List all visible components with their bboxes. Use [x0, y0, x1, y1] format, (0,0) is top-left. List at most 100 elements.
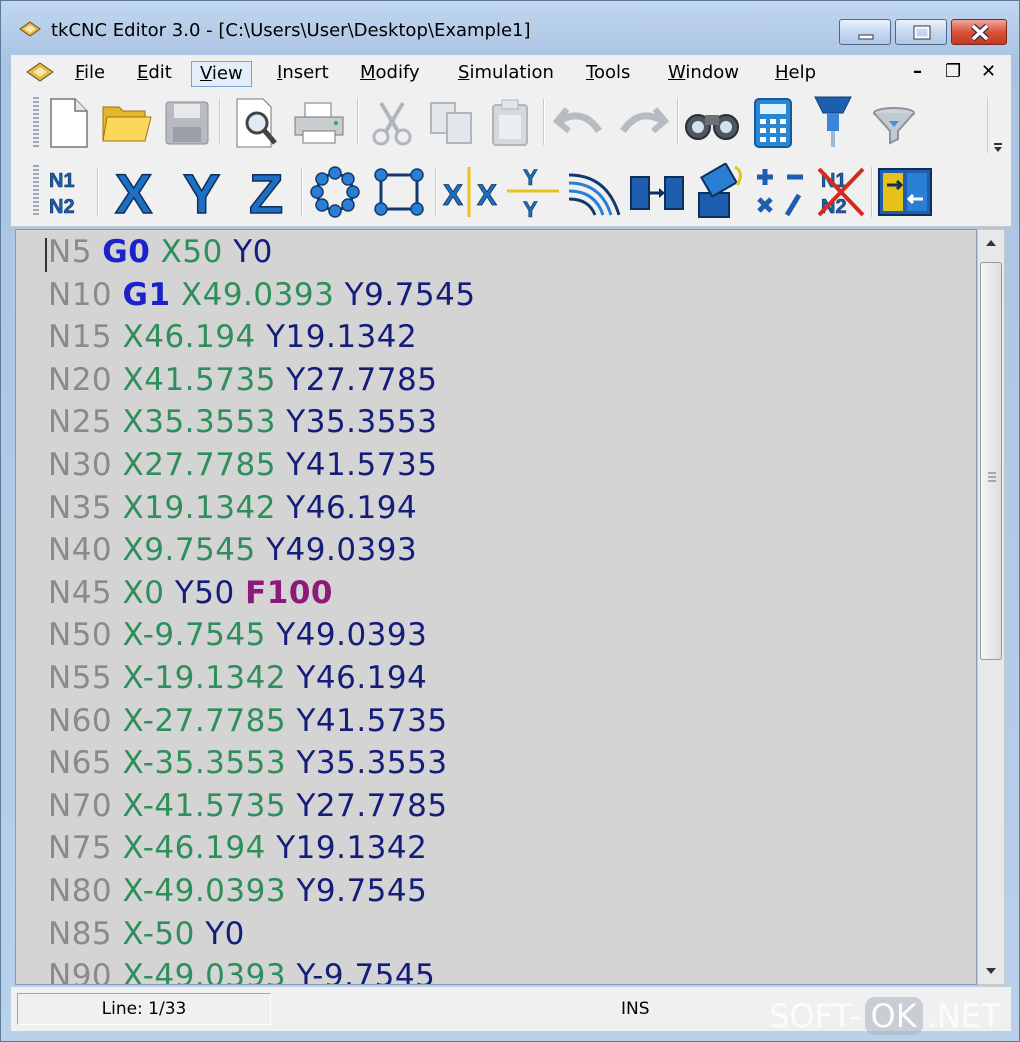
- calculator-icon[interactable]: [751, 97, 795, 149]
- menu-help[interactable]: Help: [767, 61, 824, 87]
- code-line[interactable]: N40 X9.7545 Y49.0393: [48, 532, 417, 574]
- copy-icon[interactable]: [427, 99, 477, 147]
- code-line[interactable]: N20 X41.5735 Y27.7785: [48, 362, 437, 404]
- menu-edit[interactable]: Edit: [129, 61, 180, 87]
- rotate-icon[interactable]: [695, 163, 751, 221]
- toolbar-grip[interactable]: [33, 165, 39, 217]
- code-token-n: N50: [48, 617, 113, 654]
- code-token-x: X-19.1342: [122, 660, 287, 696]
- code-line[interactable]: N65 X-35.3553 Y35.3553: [48, 745, 448, 787]
- tool-icon[interactable]: [811, 95, 855, 151]
- code-token-n: N65: [48, 745, 113, 782]
- svg-text:Y: Y: [523, 197, 538, 219]
- vertical-scrollbar[interactable]: [977, 229, 1005, 985]
- code-line[interactable]: N50 X-9.7545 Y49.0393: [48, 617, 427, 659]
- renumber-icon[interactable]: N1 N2: [45, 165, 89, 219]
- code-token-y: Y9.7545: [296, 873, 428, 909]
- code-line[interactable]: N45 X0 Y50 F100: [48, 575, 333, 617]
- menu-view[interactable]: View: [191, 61, 252, 87]
- code-line[interactable]: N15 X46.194 Y19.1342: [48, 319, 417, 361]
- code-editor[interactable]: N5 G0 X50 Y0 N10 G1 X49.0393 Y9.7545 N15 X…: [15, 229, 977, 985]
- z-axis-icon[interactable]: Z: [243, 161, 299, 221]
- compare-icon[interactable]: [877, 167, 933, 217]
- print-preview-icon[interactable]: [231, 97, 281, 149]
- menu-modify[interactable]: Modify: [352, 61, 428, 87]
- code-line[interactable]: N75 X-46.194 Y19.1342: [48, 830, 427, 872]
- x-axis-icon[interactable]: X: [111, 161, 167, 221]
- title-bar[interactable]: tkCNC Editor 3.0 - [C:\Users\User\Deskto…: [1, 1, 1019, 57]
- watermark-post: .NET: [926, 997, 1001, 1035]
- code-token-n: N30: [48, 447, 113, 483]
- scroll-down-arrow-icon[interactable]: [978, 960, 1004, 982]
- mdi-restore-button[interactable]: ❐: [945, 61, 961, 82]
- menu-tools[interactable]: Tools: [578, 61, 638, 87]
- circle-pattern-icon[interactable]: [307, 165, 363, 219]
- code-token-n: N70: [48, 787, 113, 824]
- undo-icon[interactable]: [553, 101, 605, 143]
- code-token-n: N60: [48, 702, 113, 739]
- paste-icon[interactable]: [487, 97, 535, 149]
- menu-insert[interactable]: Insert: [269, 61, 337, 87]
- watermark: SOFT- OK .NET: [769, 997, 1001, 1035]
- redo-icon[interactable]: [617, 101, 669, 143]
- minimize-button[interactable]: [839, 19, 891, 45]
- code-line[interactable]: N10 G1 X49.0393 Y9.7545: [48, 277, 476, 319]
- translate-icon[interactable]: [629, 171, 685, 215]
- code-line[interactable]: N30 X27.7785 Y41.5735: [48, 447, 437, 489]
- save-icon[interactable]: [163, 99, 211, 147]
- renumber-n2-label: N2: [49, 196, 75, 218]
- code-line[interactable]: N25 X35.3553 Y35.3553: [48, 404, 437, 446]
- new-file-icon[interactable]: [45, 97, 91, 149]
- open-folder-icon[interactable]: [101, 99, 153, 145]
- code-token-y: Y19.1342: [276, 830, 428, 867]
- toolbar-grip[interactable]: [33, 97, 39, 149]
- code-line[interactable]: N55 X-19.1342 Y46.194: [48, 660, 427, 702]
- y-axis-icon[interactable]: Y: [177, 161, 233, 221]
- menu-file[interactable]: File: [67, 61, 113, 87]
- code-line[interactable]: N70 X-41.5735 Y27.7785: [48, 788, 448, 830]
- code-line[interactable]: N80 X-49.0393 Y9.7545: [48, 873, 427, 915]
- mdi-close-button[interactable]: ✕: [981, 61, 996, 82]
- code-line[interactable]: N5 G0 X50 Y0: [48, 234, 273, 276]
- document-icon[interactable]: [25, 61, 55, 83]
- menu-simulation[interactable]: Simulation: [450, 61, 562, 87]
- arc-icon[interactable]: [567, 165, 623, 219]
- mirror-y-icon[interactable]: Y Y: [505, 163, 561, 219]
- menu-window[interactable]: Window: [660, 61, 747, 87]
- print-icon[interactable]: [291, 101, 347, 145]
- svg-text:Y: Y: [523, 165, 538, 190]
- code-token-y: Y35.3553: [296, 745, 448, 782]
- code-token-x: X46.194: [122, 319, 256, 356]
- code-token-g: G0: [102, 234, 151, 270]
- find-binoculars-icon[interactable]: [683, 103, 741, 143]
- code-line[interactable]: N60 X-27.7785 Y41.5735: [48, 703, 448, 745]
- remove-numbers-icon[interactable]: N1 N2: [817, 165, 867, 219]
- maximize-button[interactable]: [895, 19, 947, 45]
- mdi-minimize-button[interactable]: –: [913, 61, 922, 82]
- math-icon[interactable]: [755, 165, 807, 219]
- chevron-down-icon: [994, 143, 1002, 152]
- filter-funnel-icon[interactable]: [869, 105, 919, 145]
- scroll-up-arrow-icon[interactable]: [978, 232, 1004, 254]
- code-line[interactable]: N90 X-49.0393 Y-9.7545: [48, 958, 435, 984]
- watermark-pre: SOFT-: [769, 997, 861, 1035]
- scrollbar-thumb[interactable]: [980, 262, 1002, 660]
- cut-icon[interactable]: [367, 99, 417, 147]
- watermark-ok: OK: [864, 997, 923, 1035]
- toolbar-overflow[interactable]: [987, 97, 1007, 153]
- rectangle-pattern-icon[interactable]: [371, 165, 427, 219]
- close-button[interactable]: [951, 19, 1007, 45]
- mirror-x-icon[interactable]: X X: [441, 165, 497, 219]
- code-line[interactable]: N35 X19.1342 Y46.194: [48, 490, 417, 532]
- code-token-x: X0: [122, 574, 165, 611]
- code-line[interactable]: N85 X-50 Y0: [48, 916, 245, 958]
